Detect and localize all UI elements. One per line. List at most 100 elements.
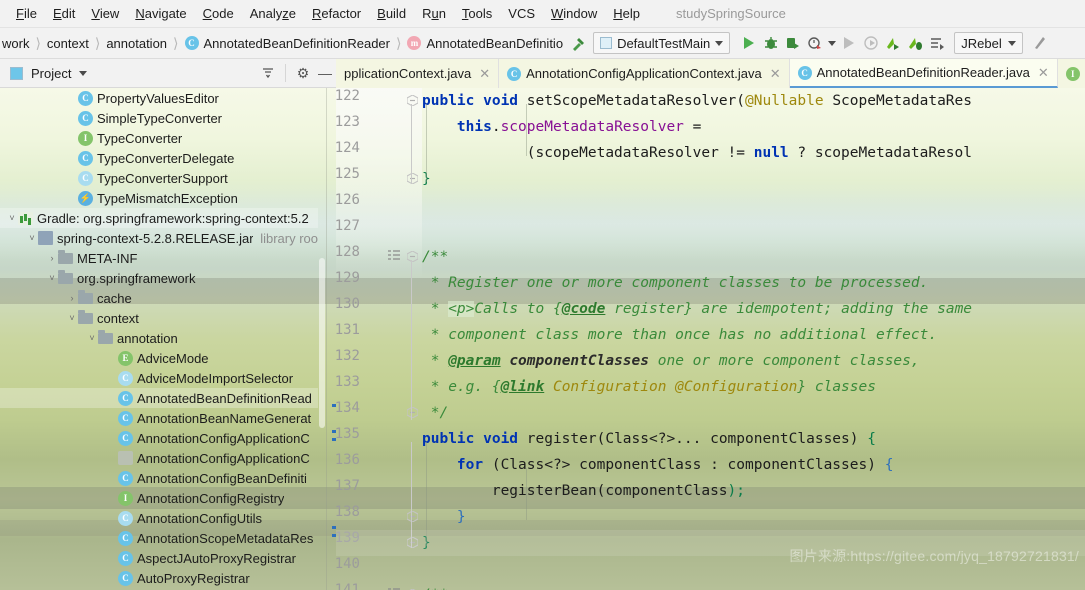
tree-node[interactable]: ˅ spring-context-5.2.8.RELEASE.jar library… xyxy=(0,228,318,248)
tree-node[interactable]: C PropertyValuesEditor xyxy=(0,88,318,108)
editor-gutter[interactable]: 122 123 124 125 126 127 128 129 130 131 132 133 134 1… xyxy=(336,88,422,590)
tree-node[interactable]: ˅ Gradle: org.springframework:spring-cont… xyxy=(0,208,318,228)
code-line[interactable]: * Register one or more component classes… xyxy=(422,270,929,296)
menu-item-view[interactable]: View xyxy=(83,2,127,25)
close-icon[interactable]: ✕ xyxy=(1038,65,1049,81)
menu-item-file[interactable]: File xyxy=(8,2,45,25)
menu-item-navigate[interactable]: Navigate xyxy=(127,2,194,25)
tree-node[interactable]: ⚡ TypeMismatchException xyxy=(0,188,318,208)
tree-node[interactable]: C AnnotationConfigUtils xyxy=(0,508,318,528)
jrebel-run-icon[interactable] xyxy=(882,32,904,54)
code-line[interactable]: for (Class<?> componentClass : component… xyxy=(422,452,894,478)
code-line[interactable]: */ xyxy=(422,400,448,426)
tree-node[interactable]: C SimpleTypeConverter xyxy=(0,108,318,128)
chevron-right-icon[interactable]: › xyxy=(66,293,78,303)
tree-node[interactable]: I AnnotationConfigRegistry xyxy=(0,488,318,508)
close-icon[interactable]: ✕ xyxy=(770,66,781,82)
menu-item-run[interactable]: Run xyxy=(414,2,454,25)
chevron-down-icon[interactable]: ˅ xyxy=(86,333,98,343)
rerun-icon[interactable] xyxy=(860,32,882,54)
chevron-right-icon[interactable]: › xyxy=(46,253,58,263)
tree-node[interactable]: C AnnotationBeanNameGenerat xyxy=(0,408,318,428)
breadcrumb-item-annotation[interactable]: annotation ⟩ xyxy=(106,35,184,52)
menu-item-analyze[interactable]: Analyze xyxy=(242,2,304,25)
hide-icon[interactable]: — xyxy=(314,62,336,84)
tree-node[interactable]: ˅ org.springframework xyxy=(0,268,318,288)
menu-item-vcs[interactable]: VCS xyxy=(500,2,543,25)
tree-node[interactable]: C TypeConverterDelegate xyxy=(0,148,318,168)
stop-icon[interactable] xyxy=(838,32,860,54)
fold-marker[interactable] xyxy=(406,406,418,419)
run-with-coverage-icon[interactable] xyxy=(782,32,804,54)
tree-node[interactable]: C AspectJAutoProxyRegistrar xyxy=(0,548,318,568)
scrollbar-thumb[interactable] xyxy=(319,258,325,428)
code-line[interactable]: * <p>Calls to {@code register} are idemp… xyxy=(422,296,972,322)
build-hammer-icon[interactable] xyxy=(567,32,589,54)
code-line[interactable]: registerBean(componentClass); xyxy=(422,478,745,504)
menu-item-tools[interactable]: Tools xyxy=(454,2,500,25)
chevron-down-icon[interactable]: ˅ xyxy=(6,213,18,223)
run-icon[interactable] xyxy=(738,32,760,54)
breadcrumb-item-context[interactable]: context ⟩ xyxy=(47,35,106,52)
menu-item-edit[interactable]: Edit xyxy=(45,2,83,25)
tree-node[interactable]: C AnnotationConfigBeanDefiniti xyxy=(0,468,318,488)
collapse-all-icon[interactable] xyxy=(257,62,279,84)
code-line[interactable]: this.scopeMetadataResolver = xyxy=(422,114,701,140)
tree-node[interactable]: C TypeConverterSupport xyxy=(0,168,318,188)
close-icon[interactable]: ✕ xyxy=(479,66,490,82)
project-tree-scrollbar[interactable] xyxy=(318,88,326,590)
run-configuration-selector[interactable]: DefaultTestMain xyxy=(593,32,731,54)
editor-tab-applicationcontext[interactable]: pplicationContext.java ✕ xyxy=(336,59,500,88)
tree-node[interactable]: C AnnotationScopeMetadataRes xyxy=(0,528,318,548)
breadcrumb-item-work[interactable]: work ⟩ xyxy=(2,35,47,52)
tree-node[interactable]: › META-INF xyxy=(0,248,318,268)
chevron-down-icon[interactable]: ˅ xyxy=(66,313,78,323)
error-stripe[interactable] xyxy=(332,88,336,590)
tree-node[interactable]: AnnotationConfigApplicationC xyxy=(0,448,318,468)
menu-item-window[interactable]: Window xyxy=(543,2,605,25)
menu-item-build[interactable]: Build xyxy=(369,2,414,25)
breadcrumb-item-method[interactable]: m AnnotatedBeanDefinitio xyxy=(407,36,563,51)
chevron-down-icon[interactable]: ˅ xyxy=(26,233,38,243)
chevron-down-icon[interactable] xyxy=(79,70,88,76)
tree-node[interactable]: C AnnotationConfigApplicationC xyxy=(0,428,318,448)
code-line[interactable]: public void setScopeMetadataResolver(@Nu… xyxy=(422,88,972,114)
code-line[interactable]: * component class more than once has no … xyxy=(422,322,937,348)
editor-tab-annotatedbeandefinitionreader[interactable]: C AnnotatedBeanDefinitionReader.java ✕ xyxy=(789,59,1058,88)
profiler-dropdown-icon[interactable] xyxy=(826,32,838,54)
editor-tab-annotationconfigapplicationcontext[interactable]: C AnnotationConfigApplicationContext.jav… xyxy=(499,59,790,88)
search-everywhere-icon[interactable] xyxy=(1029,32,1051,54)
code-line[interactable]: /** xyxy=(422,244,448,270)
debug-icon[interactable] xyxy=(760,32,782,54)
tree-node[interactable]: C AnnotatedBeanDefinitionRead xyxy=(0,388,318,408)
code-line[interactable]: * @param componentClasses one or more co… xyxy=(422,348,920,374)
tree-node[interactable]: C AdviceModeImportSelector xyxy=(0,368,318,388)
tree-node[interactable]: ˅ context xyxy=(0,308,318,328)
editor-tab-beanname[interactable]: I BeanN xyxy=(1057,59,1085,88)
fold-marker[interactable] xyxy=(406,510,418,523)
code-line[interactable]: } xyxy=(422,504,466,530)
toolwindow-divider[interactable] xyxy=(326,88,327,590)
code-line[interactable]: (scopeMetadataResolver != null ? scopeMe… xyxy=(422,140,972,166)
fold-marker[interactable] xyxy=(406,172,418,185)
jrebel-selector[interactable]: JRebel xyxy=(954,32,1023,54)
menu-item-refactor[interactable]: Refactor xyxy=(304,2,369,25)
fold-marker[interactable] xyxy=(406,250,418,263)
code-line[interactable]: /** xyxy=(422,582,448,590)
code-editor[interactable]: 122 123 124 125 126 127 128 129 130 131 132 133 134 1… xyxy=(336,88,1085,590)
breadcrumb-item-class[interactable]: C AnnotatedBeanDefinitionReader ⟩ xyxy=(184,35,408,52)
code-content[interactable]: public void setScopeMetadataResolver(@Nu… xyxy=(422,88,1085,590)
tree-node[interactable]: C AutoProxyRegistrar xyxy=(0,568,318,588)
code-line[interactable]: * e.g. {@link Configuration @Configurati… xyxy=(422,374,876,400)
fold-marker[interactable] xyxy=(406,94,418,107)
tree-node[interactable]: ˅ annotation xyxy=(0,328,318,348)
code-line[interactable]: public void register(Class<?>... compone… xyxy=(422,426,876,452)
settings-gear-icon[interactable]: ⚙ xyxy=(292,62,314,84)
jrebel-debug-icon[interactable] xyxy=(904,32,926,54)
tree-node[interactable]: › cache xyxy=(0,288,318,308)
menu-item-code[interactable]: Code xyxy=(195,2,242,25)
project-tree[interactable]: C PropertyValuesEditor C SimpleTypeConverte… xyxy=(0,88,318,590)
tree-node[interactable]: I TypeConverter xyxy=(0,128,318,148)
profiler-icon[interactable] xyxy=(804,32,826,54)
menu-item-help[interactable]: Help xyxy=(605,2,648,25)
